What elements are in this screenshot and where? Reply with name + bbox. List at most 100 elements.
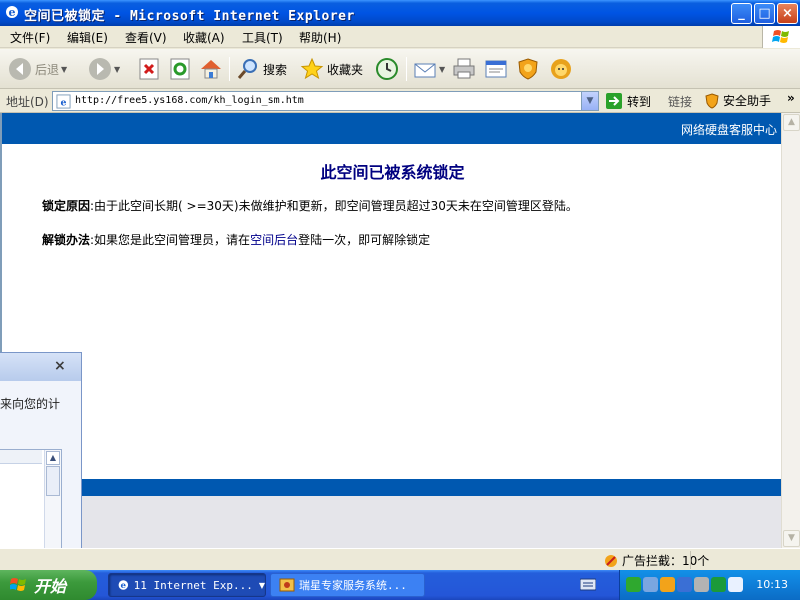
toolbar-overflow-icon[interactable]: » [787,91,795,105]
back-button[interactable]: 后退 ▼ [8,54,67,84]
taskbar: 开始 e 11 Internet Exp... ▼ 瑞星专家服务系统... 10… [0,570,800,600]
forward-button[interactable]: ▼ [88,54,120,84]
stop-button[interactable] [137,54,161,84]
search-button[interactable]: 搜索 [236,54,287,84]
dialog-title-bar: × [0,353,81,381]
dialog-text: 来向您的计 [0,397,61,411]
chevron-down-icon[interactable]: ▼ [439,65,445,74]
ad-block-icon [605,554,617,567]
scroll-up-icon[interactable]: ▲ [46,451,60,465]
tray-icons [626,577,743,592]
refresh-button[interactable] [168,54,192,84]
favorites-button[interactable]: 收藏夹 [300,54,363,84]
mail-icon [414,63,436,78]
refresh-icon [170,58,190,80]
space-admin-link[interactable]: 空间后台 [250,233,298,247]
footer-area [2,496,781,548]
dialog-list-scrollbar[interactable]: ▲ [44,450,61,563]
status-bar: 广告拦截：10个 [0,548,800,570]
svg-text:e: e [61,97,67,108]
menu-file[interactable]: 文件(F) [10,29,50,46]
tray-monitor-icon[interactable] [643,577,658,592]
home-icon [201,60,221,79]
go-button[interactable]: 转到 [605,92,651,110]
windows-logo-icon [762,26,800,48]
tray-ie-icon[interactable] [728,577,743,592]
dialog-list-header [0,450,42,464]
rising-lion-button[interactable] [549,54,573,84]
scroll-down-icon[interactable]: ▼ [783,530,800,547]
title-bar: e 空间已被锁定 - Microsoft Internet Explorer _… [0,0,800,26]
star-icon [300,57,324,80]
lock-reason-text: :由于此空间长期( >=30天)未做维护和更新，即空间管理员超过30天未在空间管… [90,199,578,213]
history-icon [376,58,398,80]
menu-bar: 文件(F) 编辑(E) 查看(V) 收藏(A) 工具(T) 帮助(H) [0,26,800,48]
vertical-scrollbar[interactable]: ▲ ▼ [781,113,800,548]
address-bar: 地址(D) e http://free5.ys168.com/kh_login_… [0,89,800,113]
status-zone [690,551,800,569]
links-toolbar[interactable]: 链接 [668,93,692,110]
unlock-method-label: 解锁办法 [42,233,91,247]
scroll-up-icon[interactable]: ▲ [783,114,800,131]
tray-shield-icon[interactable] [660,577,675,592]
start-label: 开始 [34,577,67,596]
address-url: http://free5.ys168.com/kh_login_sm.htm [75,95,304,106]
go-arrow-icon [606,93,622,109]
stop-icon [139,58,159,80]
menu-help[interactable]: 帮助(H) [299,29,341,46]
menu-tools[interactable]: 工具(T) [242,29,283,46]
window-title: 空间已被锁定 - Microsoft Internet Explorer [24,9,355,24]
lock-reason: 锁定原因:由于此空间长期( >=30天)未做维护和更新，即空间管理员超过30天未… [42,197,578,214]
mail-button[interactable]: ▼ [413,54,445,84]
dialog-close-button[interactable]: × [54,358,66,374]
security-helper-button[interactable]: 安全助手 [704,92,771,109]
footer-bar [2,479,781,496]
forward-arrow-icon [89,58,111,80]
address-label: 地址(D) [6,95,49,109]
chevron-down-icon[interactable]: ▼ [61,65,67,74]
address-input[interactable]: e http://free5.ys168.com/kh_login_sm.htm… [52,91,599,111]
address-dropdown-button[interactable]: ▼ [581,92,598,110]
security-helper-label: 安全助手 [723,94,772,108]
go-label: 转到 [627,94,652,109]
unlock-text-after: 登陆一次，即可解除锁定 [298,233,431,247]
edit-button[interactable] [484,54,508,84]
service-center-link[interactable]: 网络硬盘客服中心 [681,121,777,138]
page-content: 网络硬盘客服中心 此空间已被系统锁定 锁定原因:由于此空间长期( >=30天)未… [0,113,781,548]
page-title: 此空间已被系统锁定 [320,163,465,182]
toolbar-separator [229,57,230,81]
back-arrow-icon [9,58,31,80]
taskbar-label-rising: 瑞星专家服务系统... [299,579,407,592]
lock-reason-label: 锁定原因 [42,199,91,213]
clock[interactable]: 10:13 [756,578,788,591]
keyboard-icon[interactable] [580,577,596,591]
menu-favorites[interactable]: 收藏(A) [183,29,225,46]
tray-antenna-icon[interactable] [711,577,726,592]
menu-edit[interactable]: 编辑(E) [67,29,108,46]
popup-dialog: × 来向您的计 ▲ [0,352,82,572]
home-button[interactable] [199,54,223,84]
maximize-button[interactable]: □ [754,3,775,24]
system-tray: 10:13 [619,570,800,600]
header-bar: 网络硬盘客服中心 [2,113,781,144]
menu-view[interactable]: 查看(V) [125,29,167,46]
scroll-thumb[interactable] [46,466,60,496]
tray-connection-icon[interactable] [677,577,692,592]
taskbar-button-ie[interactable]: e 11 Internet Exp... ▼ [108,573,266,597]
rising-shield-button[interactable] [516,54,540,84]
taskbar-label-ie: 11 Internet Exp... [133,578,253,592]
minimize-button[interactable]: _ [731,3,752,24]
history-button[interactable] [375,54,399,84]
status-text-area [82,551,602,569]
taskbar-button-rising[interactable]: 瑞星专家服务系统... [270,573,425,597]
chevron-down-icon[interactable]: ▼ [114,65,120,74]
dialog-list[interactable]: ▲ [0,449,62,564]
unlock-method: 解锁办法:如果您是此空间管理员，请在空间后台登陆一次，即可解除锁定 [42,231,430,248]
tray-security-icon[interactable] [694,577,709,592]
windows-flag-icon [10,578,26,591]
close-button[interactable]: × [777,3,798,24]
tray-network-icon[interactable] [626,577,641,592]
start-button[interactable]: 开始 [0,570,97,600]
print-button[interactable] [452,54,476,84]
toolbar: 后退 ▼ ▼ 搜索 收藏夹 ▼ [0,49,800,89]
